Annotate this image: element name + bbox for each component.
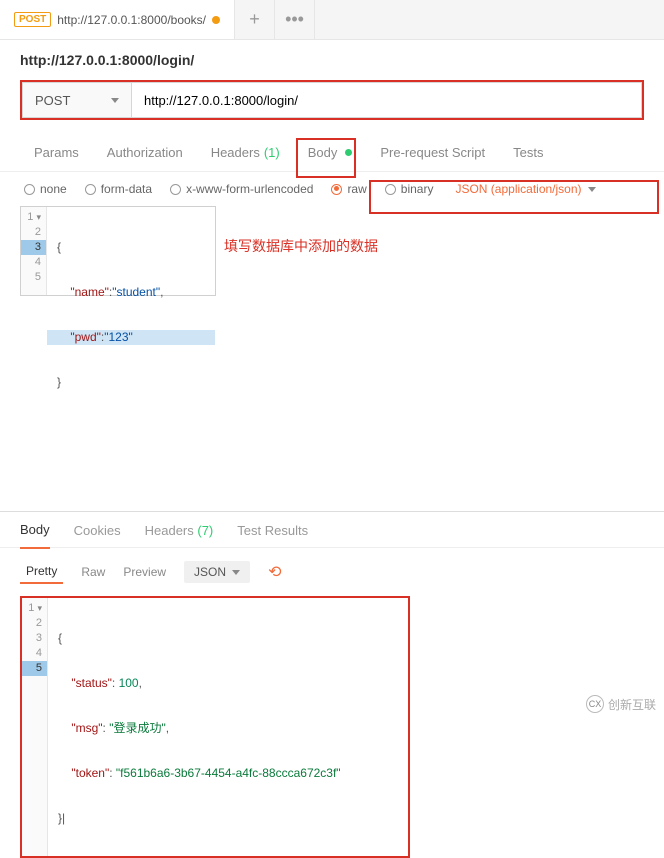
tab-body[interactable]: Body <box>294 134 367 171</box>
response-code[interactable]: { "status": 100, "msg": "登录成功", "token":… <box>48 598 408 856</box>
radio-raw[interactable]: raw <box>331 182 366 196</box>
chevron-down-icon <box>588 187 596 192</box>
content-type-value: JSON (application/json) <box>455 182 581 196</box>
response-body-viewer: 1 ▾2345 { "status": 100, "msg": "登录成功", … <box>20 596 410 858</box>
request-tabs-row: POST http://127.0.0.1:8000/books/ + ••• <box>0 0 664 40</box>
body-type-row: none form-data x-www-form-urlencoded raw… <box>0 172 664 206</box>
tab-authorization[interactable]: Authorization <box>93 134 197 171</box>
request-body-editor[interactable]: 1 ▾2345 { "name":"student", "pwd":"123" … <box>20 206 216 296</box>
line-gutter: 1 ▾2345 <box>22 598 48 856</box>
resp-tab-headers[interactable]: Headers (7) <box>145 523 214 548</box>
radio-none[interactable]: none <box>24 182 67 196</box>
request-title: http://127.0.0.1:8000/login/ <box>0 40 664 76</box>
format-select[interactable]: JSON <box>184 561 250 583</box>
content-type-select[interactable]: JSON (application/json) <box>455 182 595 196</box>
radio-binary[interactable]: binary <box>385 182 434 196</box>
response-section-tabs: Body Cookies Headers (7) Test Results <box>0 512 664 548</box>
tab-url: http://127.0.0.1:8000/books/ <box>57 13 206 27</box>
watermark: CX 创新互联 <box>586 695 656 713</box>
tab-headers[interactable]: Headers (1) <box>197 134 294 171</box>
method-badge: POST <box>14 12 51 27</box>
chevron-down-icon <box>111 98 119 103</box>
line-gutter: 1 ▾2345 <box>21 207 47 295</box>
tab-body-label: Body <box>308 145 338 160</box>
wrap-lines-button[interactable]: ⟲ <box>268 562 281 582</box>
tab-params[interactable]: Params <box>20 134 93 171</box>
tab-prerequest[interactable]: Pre-request Script <box>366 134 499 171</box>
radio-form-data[interactable]: form-data <box>85 182 152 196</box>
response-toolbar: Pretty Raw Preview JSON ⟲ <box>0 548 664 596</box>
method-url-row: POST <box>20 80 644 120</box>
view-pretty[interactable]: Pretty <box>20 560 63 584</box>
annotation-text: 填写数据库中添加的数据 <box>224 236 378 256</box>
view-raw[interactable]: Raw <box>81 565 105 579</box>
request-section-tabs: Params Authorization Headers (1) Body Pr… <box>0 134 664 172</box>
tab-headers-label: Headers <box>211 145 260 160</box>
chevron-down-icon <box>232 570 240 575</box>
view-preview[interactable]: Preview <box>123 565 166 579</box>
radio-x-www-form[interactable]: x-www-form-urlencoded <box>170 182 313 196</box>
tab-tests[interactable]: Tests <box>499 134 557 171</box>
new-tab-button[interactable]: + <box>235 0 275 39</box>
resp-tab-testresults[interactable]: Test Results <box>237 523 308 548</box>
code-area[interactable]: { "name":"student", "pwd":"123" } <box>47 207 215 295</box>
resp-tab-body[interactable]: Body <box>20 522 50 549</box>
method-value: POST <box>35 93 70 108</box>
url-input[interactable] <box>132 82 642 118</box>
unsaved-dot-icon <box>212 16 220 24</box>
more-tabs-button[interactable]: ••• <box>275 0 315 39</box>
body-indicator-icon <box>345 149 352 156</box>
request-tab[interactable]: POST http://127.0.0.1:8000/books/ <box>0 0 235 39</box>
headers-count: (1) <box>264 145 280 160</box>
method-select[interactable]: POST <box>22 82 132 118</box>
resp-tab-cookies[interactable]: Cookies <box>74 523 121 548</box>
logo-icon: CX <box>586 695 604 713</box>
